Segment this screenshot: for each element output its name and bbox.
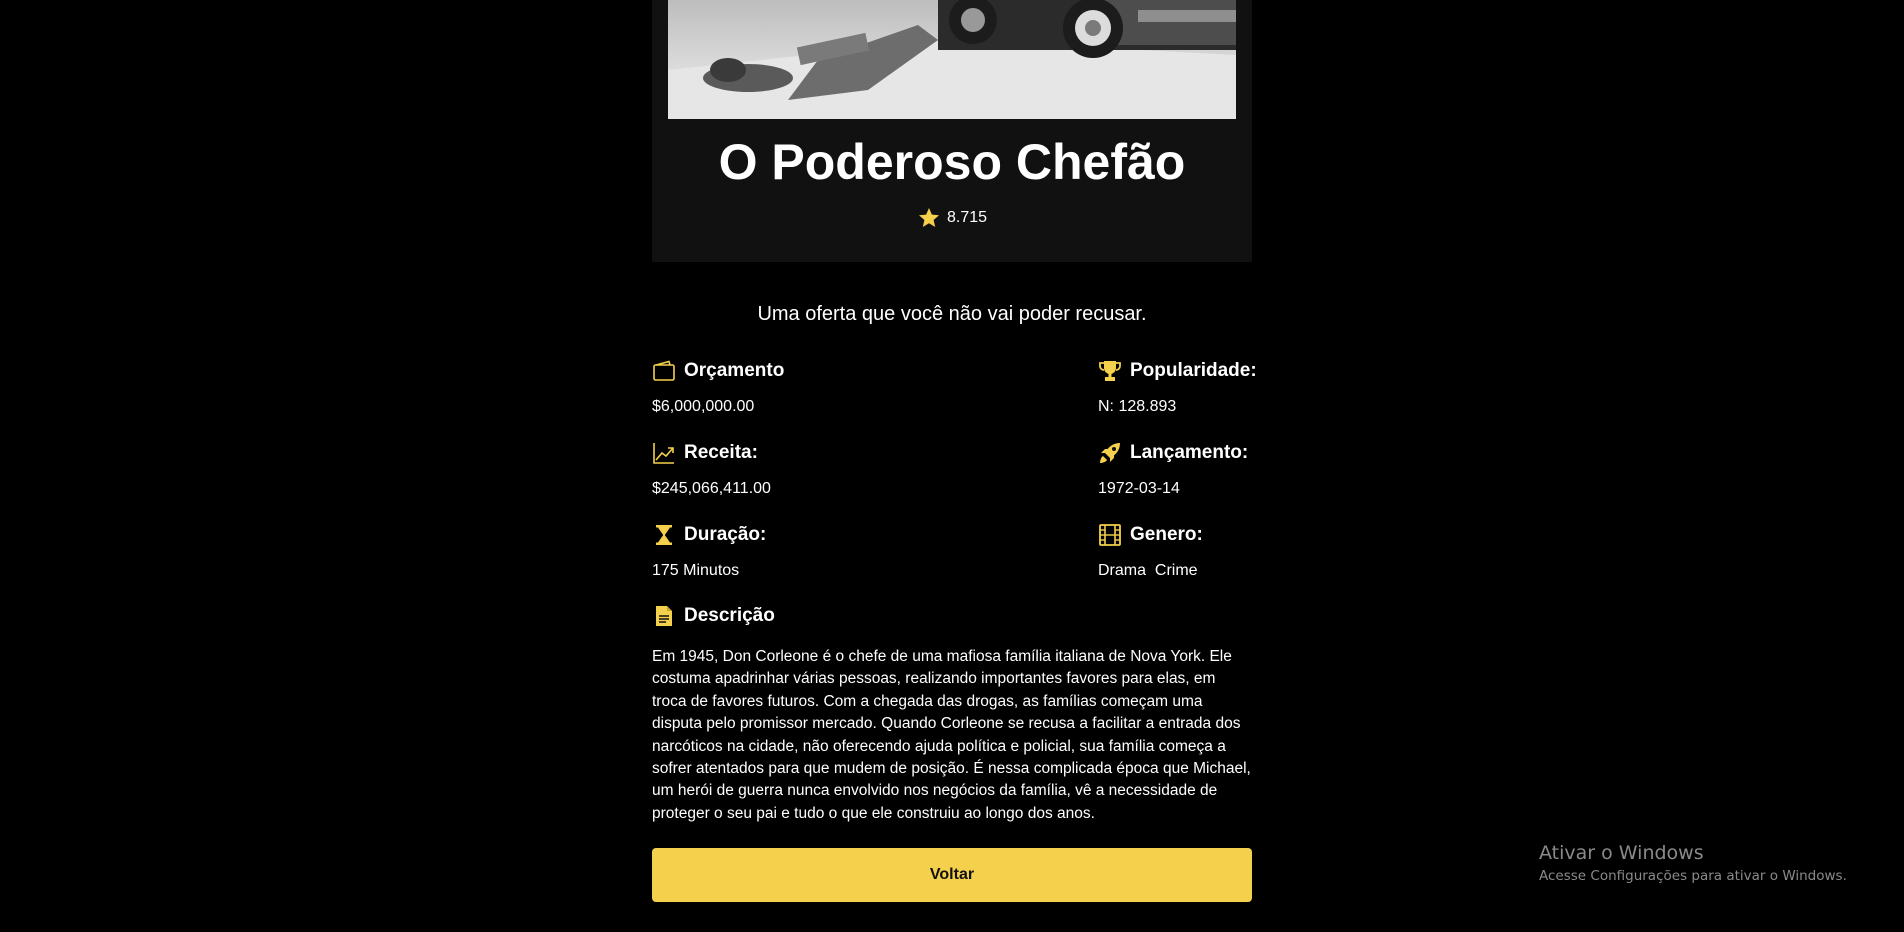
rocket-icon bbox=[1098, 441, 1122, 465]
genre-label: Genero: bbox=[1130, 524, 1203, 545]
description-text: Em 1945, Don Corleone é o chefe de uma m… bbox=[652, 648, 1251, 822]
hourglass-icon bbox=[652, 523, 676, 547]
wallet-icon bbox=[652, 359, 676, 383]
revenue-info: Receita: $245,066,411.00 bbox=[652, 439, 852, 499]
star-icon bbox=[917, 206, 941, 230]
release-value: 1972-03-14 bbox=[1098, 480, 1180, 497]
description-label: Descrição bbox=[684, 605, 775, 626]
popularity-value: N: 128.893 bbox=[1098, 398, 1177, 415]
movie-poster bbox=[668, 0, 1236, 119]
movie-tagline: Uma oferta que você não vai poder recusa… bbox=[757, 303, 1147, 325]
budget-label: Orçamento bbox=[684, 360, 785, 381]
genre-value: Drama Crime bbox=[1098, 562, 1198, 579]
back-button[interactable]: Voltar bbox=[652, 848, 1252, 902]
rating: 8.715 bbox=[652, 206, 1252, 230]
description-section: Descrição Em 1945, Don Corleone é o chef… bbox=[652, 602, 1252, 825]
trophy-icon bbox=[1098, 359, 1122, 383]
budget-value: $6,000,000.00 bbox=[652, 398, 755, 415]
movie-details-page: O Poderoso Chefão 8.715 Uma oferta que v… bbox=[0, 0, 1904, 932]
film-icon bbox=[1098, 523, 1122, 547]
document-icon bbox=[652, 604, 676, 628]
release-info: Lançamento: 1972-03-14 bbox=[1098, 439, 1298, 499]
budget-info: Orçamento $6,000,000.00 bbox=[652, 357, 852, 417]
movie-title: O Poderoso Chefão bbox=[718, 134, 1186, 190]
watermark-subtitle: Acesse Configurações para ativar o Windo… bbox=[1539, 868, 1847, 884]
rating-value: 8.715 bbox=[946, 209, 988, 226]
genre-info: Genero: Drama Crime bbox=[1098, 521, 1298, 581]
watermark-title: Ativar o Windows bbox=[1539, 842, 1704, 864]
duration-info: Duração: 175 Minutos bbox=[652, 521, 852, 581]
popularity-info: Popularidade: N: 128.893 bbox=[1098, 357, 1298, 417]
duration-value: 175 Minutos bbox=[652, 562, 740, 579]
release-label: Lançamento: bbox=[1130, 442, 1249, 463]
duration-label: Duração: bbox=[684, 524, 767, 545]
windows-activation-watermark: Ativar o Windows Acesse Configurações pa… bbox=[1539, 841, 1847, 887]
popularity-label: Popularidade: bbox=[1130, 360, 1257, 381]
revenue-label: Receita: bbox=[684, 442, 758, 463]
movie-card: O Poderoso Chefão 8.715 bbox=[652, 0, 1252, 262]
chart-line-icon bbox=[652, 441, 676, 465]
revenue-value: $245,066,411.00 bbox=[652, 480, 771, 497]
